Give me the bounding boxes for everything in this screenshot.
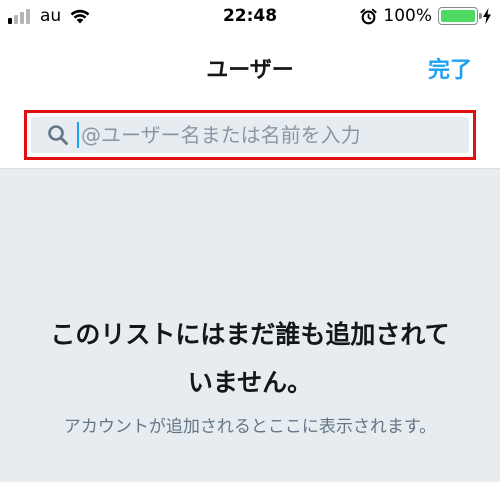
done-button[interactable]: 完了 xyxy=(428,52,472,84)
battery-icon xyxy=(438,7,482,25)
empty-state: このリストにはまだ誰も追加されていません。 アカウントが追加されるとここに表示さ… xyxy=(0,169,500,482)
alarm-icon xyxy=(360,8,377,24)
status-bar: au 22:48 100% xyxy=(0,0,500,34)
charging-bolt-icon xyxy=(483,8,491,24)
empty-state-title: このリストにはまだ誰も追加されていません。 xyxy=(50,320,450,397)
search-input[interactable] xyxy=(79,117,469,153)
nav-bar: ユーザー 完了 xyxy=(0,34,500,96)
empty-state-description: アカウントが追加されるとここに表示されます。 xyxy=(63,417,437,437)
battery-percent: 100% xyxy=(383,6,432,26)
page-title: ユーザー xyxy=(206,58,294,83)
screen: au 22:48 100% ユーザー 完了 @ユーザー名または名前を入力 このリ… xyxy=(0,0,500,482)
battery-level-fill xyxy=(441,10,475,22)
status-right: 100% xyxy=(360,6,492,26)
search-highlight-frame xyxy=(24,110,476,160)
search-icon xyxy=(48,125,68,145)
search-bar[interactable] xyxy=(31,117,469,153)
